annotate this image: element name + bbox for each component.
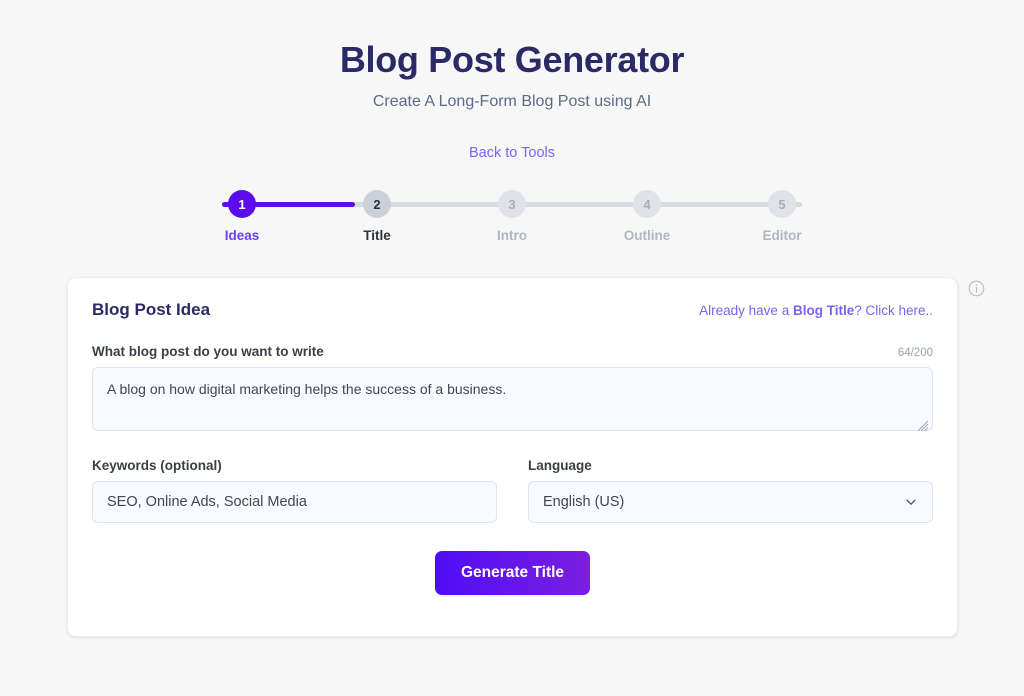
back-to-tools-link[interactable]: Back to Tools bbox=[469, 145, 555, 161]
stepper-step-ideas[interactable]: 1 Ideas bbox=[202, 190, 282, 243]
stepper-circle-2[interactable]: 2 bbox=[363, 190, 391, 218]
language-selected-value: English (US) bbox=[543, 494, 625, 510]
card-title: Blog Post Idea bbox=[92, 300, 211, 319]
language-select[interactable]: English (US) bbox=[528, 481, 933, 523]
keywords-input[interactable] bbox=[92, 481, 497, 523]
submit-row: Generate Title bbox=[92, 551, 933, 595]
prompt-label: What blog post do you want to write bbox=[92, 344, 324, 359]
language-field: Language English (US) bbox=[528, 458, 933, 523]
stepper-step-editor[interactable]: 5 Editor bbox=[742, 190, 822, 243]
card-body: Blog Post Idea Already have a Blog Title… bbox=[68, 278, 957, 595]
stepper-step-intro[interactable]: 3 Intro bbox=[472, 190, 552, 243]
prompt-field-header: What blog post do you want to write 64/2… bbox=[92, 344, 933, 359]
keywords-label: Keywords (optional) bbox=[92, 458, 222, 473]
stepper-label-title: Title bbox=[363, 228, 391, 243]
link-suffix: ? Click here.. bbox=[854, 303, 933, 318]
stepper-step-outline[interactable]: 4 Outline bbox=[607, 190, 687, 243]
stepper-circle-5[interactable]: 5 bbox=[768, 190, 796, 218]
link-prefix: Already have a bbox=[699, 303, 793, 318]
page-header: Blog Post Generator Create A Long-Form B… bbox=[0, 0, 1024, 112]
chevron-down-icon bbox=[906, 499, 916, 505]
stepper-label-ideas: Ideas bbox=[224, 228, 260, 243]
stepper-label-editor: Editor bbox=[762, 228, 802, 243]
progress-stepper: 1 Ideas 2 Title 3 Intro 4 Outline 5 Edit… bbox=[202, 190, 822, 250]
back-link-container: Back to Tools bbox=[0, 144, 1024, 162]
stepper-step-title[interactable]: 2 Title bbox=[337, 190, 417, 243]
link-strong: Blog Title bbox=[792, 303, 855, 318]
keywords-language-row: Keywords (optional) Language English (US… bbox=[92, 458, 933, 523]
card-header: Blog Post Idea Already have a Blog Title… bbox=[92, 300, 933, 320]
generate-title-button[interactable]: Generate Title bbox=[434, 551, 591, 595]
stepper-circle-3[interactable]: 3 bbox=[498, 190, 526, 218]
stepper-label-outline: Outline bbox=[623, 228, 671, 243]
blog-idea-textarea[interactable] bbox=[92, 367, 933, 431]
prompt-textarea-wrap bbox=[92, 367, 933, 436]
language-label: Language bbox=[528, 458, 592, 473]
stepper-circle-1[interactable]: 1 bbox=[228, 190, 256, 218]
stepper-circle-4[interactable]: 4 bbox=[633, 190, 661, 218]
keywords-field: Keywords (optional) bbox=[92, 458, 497, 523]
page-title: Blog Post Generator bbox=[339, 39, 685, 80]
info-icon[interactable] bbox=[968, 280, 985, 297]
stepper-steps: 1 Ideas 2 Title 3 Intro 4 Outline 5 Edit… bbox=[202, 190, 822, 243]
character-counter: 64/200 bbox=[897, 347, 933, 359]
stepper-label-intro: Intro bbox=[497, 228, 527, 243]
already-have-blog-title-link[interactable]: Already have a Blog Title? Click here.. bbox=[699, 303, 933, 318]
page-subtitle: Create A Long-Form Blog Post using AI bbox=[372, 93, 652, 110]
blog-post-idea-card: Blog Post Idea Already have a Blog Title… bbox=[67, 277, 958, 637]
